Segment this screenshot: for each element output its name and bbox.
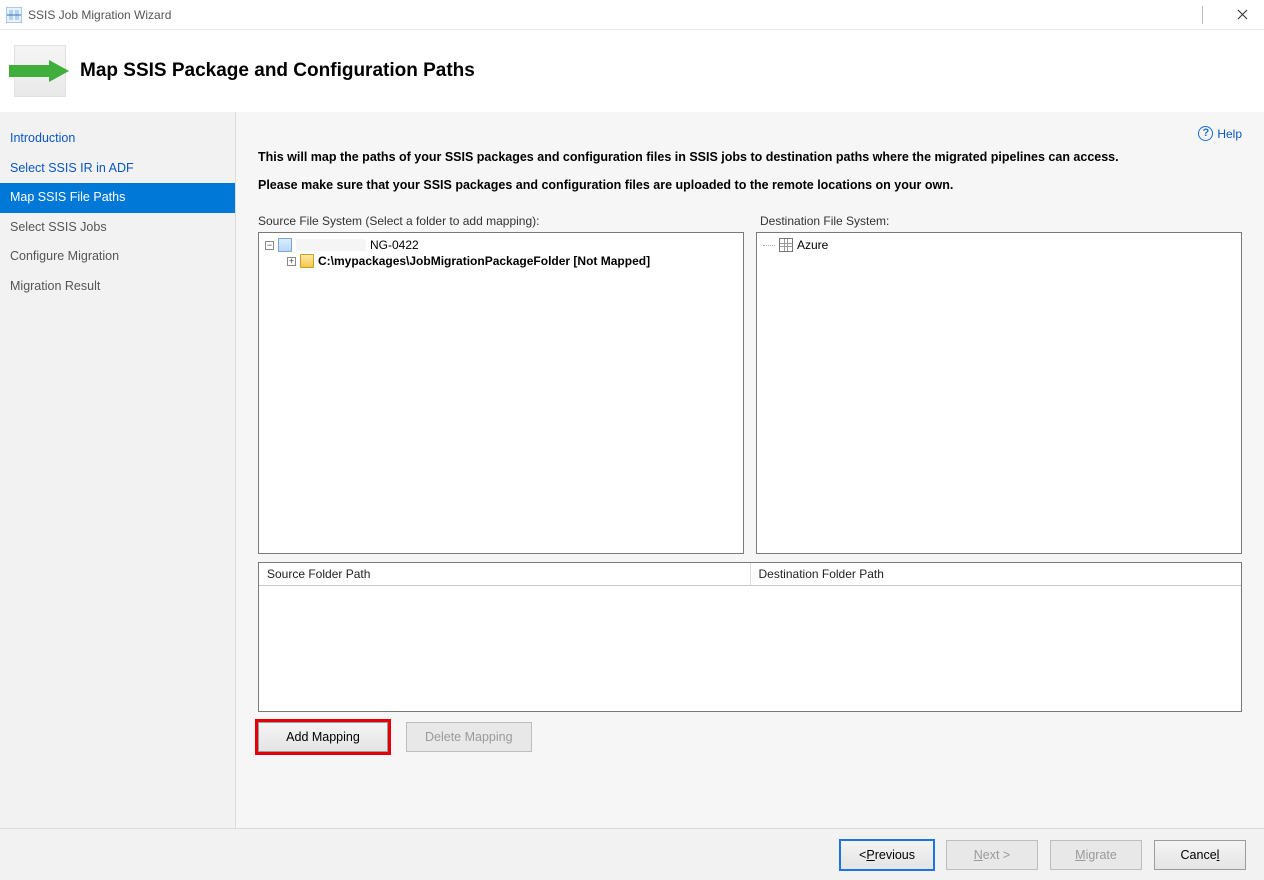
- server-icon: [278, 238, 292, 252]
- source-tree-folder[interactable]: + C:\mypackages\JobMigrationPackageFolde…: [265, 253, 737, 269]
- expand-icon[interactable]: +: [287, 257, 296, 266]
- intro-line-1: This will map the paths of your SSIS pac…: [258, 150, 1238, 164]
- col-source-folder-path[interactable]: Source Folder Path: [259, 563, 751, 585]
- wizard-header: Map SSIS Package and Configuration Paths: [0, 30, 1264, 112]
- add-mapping-button[interactable]: Add Mapping: [258, 722, 388, 752]
- source-folder-path: C:\mypackages\JobMigrationPackageFolder …: [318, 254, 650, 268]
- source-root-suffix: NG-0422: [370, 238, 419, 252]
- source-tree-label: Source File System (Select a folder to a…: [258, 214, 740, 228]
- sidebar-item-select-ssis-jobs[interactable]: Select SSIS Jobs: [0, 213, 235, 243]
- cancel-button[interactable]: Cancel: [1154, 840, 1246, 870]
- main-panel: ? Help This will map the paths of your S…: [236, 112, 1264, 828]
- folder-icon: [300, 254, 314, 268]
- source-tree-root[interactable]: − NG-0422: [265, 237, 737, 253]
- azure-icon: [779, 238, 793, 252]
- help-link[interactable]: ? Help: [1198, 126, 1242, 141]
- collapse-icon[interactable]: −: [265, 241, 274, 250]
- title-bar: SSIS Job Migration Wizard: [0, 0, 1264, 30]
- mapping-table-header: Source Folder Path Destination Folder Pa…: [259, 563, 1241, 586]
- sidebar-item-migration-result[interactable]: Migration Result: [0, 272, 235, 302]
- sidebar-item-introduction[interactable]: Introduction: [0, 124, 235, 154]
- destination-root-label: Azure: [797, 238, 828, 252]
- intro-text: This will map the paths of your SSIS pac…: [258, 150, 1238, 192]
- mapping-table-body: [259, 586, 1241, 711]
- previous-button[interactable]: < Previous: [840, 840, 934, 870]
- window-title: SSIS Job Migration Wizard: [28, 8, 171, 22]
- window-divider-icon: [1202, 6, 1203, 24]
- help-label: Help: [1217, 127, 1242, 141]
- mapping-table[interactable]: Source Folder Path Destination Folder Pa…: [258, 562, 1242, 712]
- sidebar-item-select-ssis-ir[interactable]: Select SSIS IR in ADF: [0, 154, 235, 184]
- wizard-icon: [14, 45, 66, 97]
- window-controls: [1202, 6, 1258, 24]
- close-icon[interactable]: [1237, 9, 1248, 20]
- page-title: Map SSIS Package and Configuration Paths: [80, 60, 475, 82]
- delete-mapping-button: Delete Mapping: [406, 722, 532, 752]
- destination-tree[interactable]: Azure: [756, 232, 1242, 554]
- wizard-steps-sidebar: Introduction Select SSIS IR in ADF Map S…: [0, 112, 236, 828]
- app-icon: [6, 7, 22, 23]
- source-tree[interactable]: − NG-0422 + C:\mypackages\JobMigrationPa…: [258, 232, 744, 554]
- intro-line-2: Please make sure that your SSIS packages…: [258, 178, 1238, 192]
- redacted-hostname: [296, 239, 366, 251]
- migrate-button: Migrate: [1050, 840, 1142, 870]
- help-icon: ?: [1198, 126, 1213, 141]
- next-button: Next >: [946, 840, 1038, 870]
- destination-tree-root[interactable]: Azure: [763, 237, 1235, 253]
- sidebar-item-configure-migration[interactable]: Configure Migration: [0, 242, 235, 272]
- wizard-footer: < Previous Next > Migrate Cancel: [0, 828, 1264, 880]
- destination-tree-label: Destination File System:: [760, 214, 1242, 228]
- sidebar-item-map-file-paths[interactable]: Map SSIS File Paths: [0, 183, 235, 213]
- col-destination-folder-path[interactable]: Destination Folder Path: [751, 563, 1242, 585]
